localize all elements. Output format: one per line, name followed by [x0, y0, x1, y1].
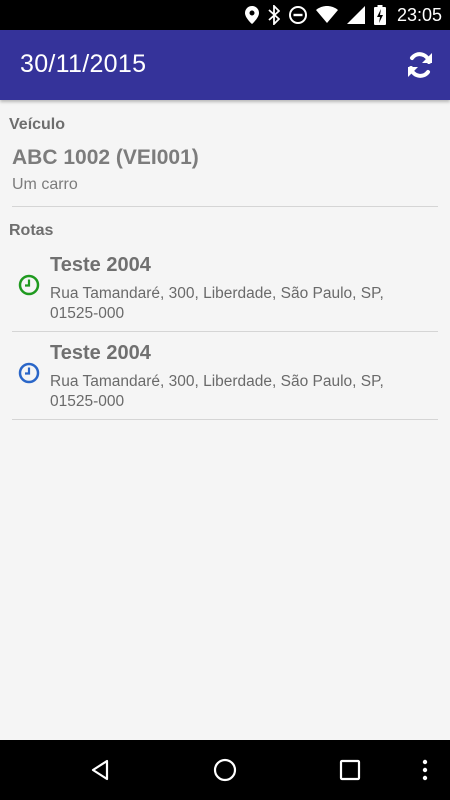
- recents-icon: [339, 759, 361, 781]
- vehicle-card[interactable]: ABC 1002 (VEI001) Um carro: [12, 146, 438, 194]
- vehicle-section-label: Veículo: [9, 116, 66, 133]
- route-name: Teste 2004: [50, 254, 151, 276]
- overflow-menu-icon: [422, 759, 428, 781]
- back-button[interactable]: [85, 755, 115, 785]
- page-title: 30/11/2015: [20, 50, 147, 78]
- status-clock: 23:05: [396, 4, 442, 25]
- overflow-menu-button[interactable]: [410, 755, 440, 785]
- status-bar: 23:05: [0, 0, 450, 30]
- route-address: Rua Tamandaré, 300, Liberdade, São Paulo…: [50, 372, 410, 412]
- routes-section-label: Rotas: [9, 222, 54, 239]
- vehicle-subtitle: Um carro: [12, 176, 78, 193]
- route-name: Teste 2004: [50, 342, 151, 364]
- vehicle-title: ABC 1002 (VEI001): [12, 146, 199, 169]
- route-address-line: Rua Tamandaré, 300, Liberdade, São Paulo…: [50, 285, 384, 302]
- route-item[interactable]: Teste 2004 Rua Tamandaré, 300, Liberdade…: [12, 332, 438, 420]
- back-icon: [91, 759, 109, 781]
- route-item[interactable]: Teste 2004 Rua Tamandaré, 300, Liberdade…: [12, 244, 438, 332]
- location-icon: [244, 6, 259, 24]
- app-bar: 30/11/2015: [0, 30, 450, 100]
- content-area: [0, 100, 450, 740]
- route-address: Rua Tamandaré, 300, Liberdade, São Paulo…: [50, 284, 410, 324]
- route-address-line: Rua Tamandaré, 300, Liberdade, São Paulo…: [50, 373, 384, 390]
- navigation-bar: [0, 740, 450, 800]
- recents-button[interactable]: [335, 755, 365, 785]
- signal-icon: [346, 6, 365, 24]
- route-address-line: 01525-000: [50, 305, 125, 322]
- divider: [12, 206, 438, 207]
- home-button[interactable]: [210, 755, 240, 785]
- wifi-icon: [315, 6, 338, 23]
- do-not-disturb-icon: [288, 6, 307, 24]
- clock-icon: [18, 274, 40, 296]
- divider: [12, 419, 438, 420]
- refresh-button[interactable]: [404, 49, 436, 81]
- battery-charging-icon: [373, 5, 386, 25]
- refresh-icon: [408, 52, 432, 78]
- bluetooth-icon: [268, 5, 280, 25]
- home-icon: [213, 758, 237, 782]
- route-address-line: 01525-000: [50, 393, 125, 410]
- clock-icon: [18, 362, 40, 384]
